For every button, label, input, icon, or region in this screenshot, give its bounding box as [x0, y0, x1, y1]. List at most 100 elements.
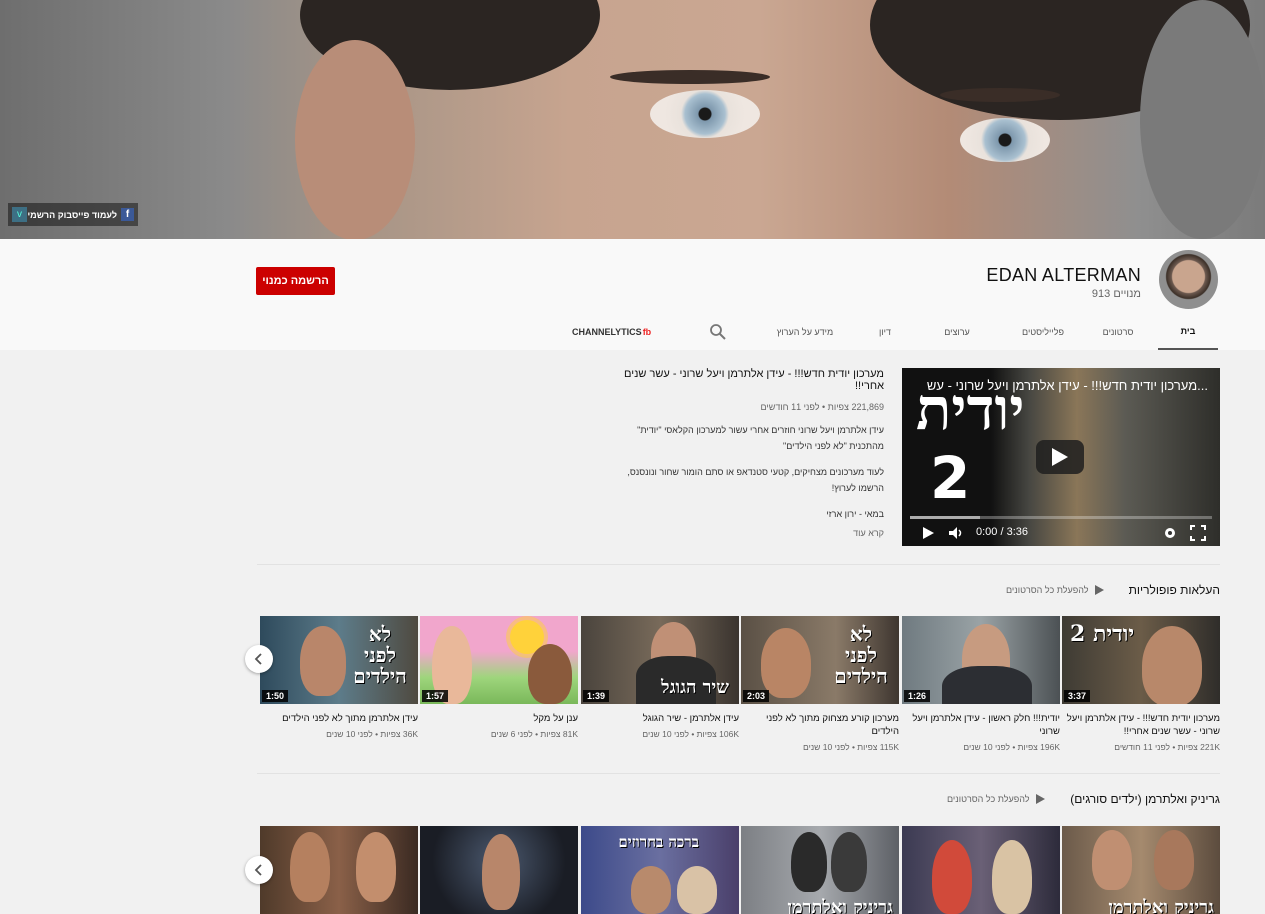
tab-playlists[interactable]: פלייליסטים [1010, 314, 1076, 350]
video-card[interactable]: 1:57 ענן על מקל 81K צפיות • לפני 6 שנים [420, 616, 578, 739]
tab-discussion[interactable]: דיון [870, 314, 900, 350]
play-all-icon [1094, 585, 1104, 595]
featured-meta: 221,869 צפיות • לפני 11 חודשים [760, 402, 884, 412]
channel-banner: v לעמוד פייסבוק הרשמי f [0, 0, 1265, 239]
video-card[interactable]: ברכה בחרוזים [581, 826, 739, 914]
time-display: 0:00 / 3:36 [976, 526, 1028, 538]
video-card[interactable]: שיר הגוגל 1:39 עידן אלתרמן - שיר הגוגל 1… [581, 616, 739, 739]
banner-bg-right [1140, 0, 1265, 239]
video-title[interactable]: עידן אלתרמן מתוך לא לפני הילדים [260, 712, 418, 725]
tab-about[interactable]: מידע על הערוץ [770, 314, 840, 350]
video-thumbnail[interactable]: 1:57 [420, 616, 578, 704]
play-all-button[interactable]: להפעלת כל הסרטונים [1006, 585, 1104, 595]
read-more-link[interactable]: קרא עוד [620, 528, 884, 538]
duration-badge: 1:50 [262, 690, 289, 702]
banner-brow-right [940, 88, 1060, 102]
tab-home[interactable]: בית [1158, 314, 1218, 350]
featured-video-player[interactable]: יודית 2 מערכון יודית חדש!!! - עידן אלתרמ… [902, 368, 1220, 546]
fullscreen-icon[interactable] [1190, 525, 1206, 541]
duration-badge: 1:26 [904, 690, 931, 702]
description-line: לעוד מערכונים מצחיקים, קטעי סטנדאפ או סת… [627, 467, 884, 493]
play-icon [1052, 448, 1068, 466]
play-all-label: להפעלת כל הסרטונים [947, 794, 1030, 804]
shelf-title[interactable]: גריניק ואלתרמן (ילדים סורגים) [1070, 792, 1220, 806]
video-thumbnail[interactable] [260, 826, 418, 914]
shelf-title[interactable]: העלאות פופולריות [1129, 583, 1220, 597]
video-thumbnail[interactable]: גריניק ואלתרמן [741, 826, 899, 914]
video-card[interactable] [902, 826, 1060, 914]
banner-eye-right [960, 118, 1050, 162]
chevron-left-icon [254, 864, 262, 876]
facebook-link[interactable]: לעמוד פייסבוק הרשמי [27, 210, 117, 220]
volume-icon[interactable] [948, 525, 964, 541]
video-thumbnail[interactable]: 1:26 [902, 616, 1060, 704]
banner-eye-left [650, 90, 760, 138]
video-thumbnail[interactable]: לא לפני הילדים 1:50 [260, 616, 418, 704]
search-icon[interactable] [709, 323, 727, 341]
video-card[interactable]: גריניק ואלתרמן [741, 826, 899, 914]
description-line: עידן אלתרמן ויעל שרוני חוזרים אחרי עשור … [637, 425, 884, 451]
duration-badge: 3:37 [1064, 690, 1091, 702]
progress-bar[interactable] [910, 516, 1212, 519]
video-thumbnail[interactable]: שיר הגוגל 1:39 [581, 616, 739, 704]
divider [257, 564, 1220, 565]
thumbnail-text: לא לפני הילדים [834, 622, 888, 688]
video-title[interactable]: עידן אלתרמן - שיר הגוגל [581, 712, 739, 725]
video-meta: 106K צפיות • לפני 10 שנים [642, 729, 739, 739]
featured-overlay-title[interactable]: מערכון יודית חדש!!! - עידן אלתרמן ויעל ש… [927, 378, 1208, 393]
play-button[interactable] [1036, 440, 1084, 474]
video-title[interactable]: מערכון קורע מצחוק מתוך לא לפני הילדים [741, 712, 899, 738]
tab-videos[interactable]: סרטונים [1093, 314, 1143, 350]
video-card[interactable] [420, 826, 578, 914]
featured-video-info: מערכון יודית חדש!!! - עידן אלתרמן ויעל ש… [620, 368, 884, 538]
video-meta: 196K צפיות • לפני 10 שנים [963, 742, 1060, 752]
video-thumbnail[interactable] [420, 826, 578, 914]
play-all-button[interactable]: להפעלת כל הסרטונים [947, 794, 1045, 804]
facebook-icon[interactable]: f [121, 208, 134, 221]
featured-thumb-number: 2 [930, 444, 971, 512]
featured-title[interactable]: מערכון יודית חדש!!! - עידן אלתרמן ויעל ש… [620, 368, 884, 392]
video-meta: 81K צפיות • לפני 6 שנים [490, 729, 578, 739]
channel-name[interactable]: EDAN ALTERMAN [986, 265, 1141, 286]
vimeo-icon[interactable]: v [12, 207, 27, 222]
tab-channels[interactable]: ערוצים [932, 314, 982, 350]
video-title[interactable]: מערכון יודית חדש!!! - עידן אלתרמן ויעל ש… [1062, 712, 1220, 738]
shelf-scroll-left-button[interactable] [245, 645, 273, 673]
video-thumbnail[interactable]: ברכה בחרוזים [581, 826, 739, 914]
video-thumbnail[interactable] [902, 826, 1060, 914]
video-card[interactable]: 1:26 יודית!!! חלק ראשון - עידן אלתרמן וי… [902, 616, 1060, 752]
play-small-icon[interactable] [920, 525, 936, 541]
channel-header: EDAN ALTERMAN 913 מנויים הרשמה כמנוי בית… [0, 239, 1265, 350]
duration-badge: 1:39 [583, 690, 610, 702]
video-card[interactable] [260, 826, 418, 914]
video-thumbnail[interactable]: לא לפני הילדים 2:03 [741, 616, 899, 704]
video-meta: 36K צפיות • לפני 10 שנים [326, 729, 418, 739]
play-all-label: להפעלת כל הסרטונים [1006, 585, 1089, 595]
shelf-scroll-left-button[interactable] [245, 856, 273, 884]
channelytics-fb-icon: fb [642, 327, 652, 337]
settings-gear-icon[interactable] [1162, 525, 1178, 541]
video-title[interactable]: ענן על מקל [420, 712, 578, 725]
thumbnail-text: יודית 2 [1070, 621, 1135, 647]
subscribe-button[interactable]: הרשמה כמנוי [256, 267, 335, 295]
play-all-icon [1035, 794, 1045, 804]
banner-links[interactable]: v לעמוד פייסבוק הרשמי f [8, 203, 138, 226]
duration-badge: 1:57 [422, 690, 449, 702]
channel-tabs: בית סרטונים פלייליסטים ערוצים דיון מידע … [0, 314, 1265, 350]
video-thumbnail[interactable]: גריניק ואלתרמן [1062, 826, 1220, 914]
video-card[interactable]: יודית 2 3:37 מערכון יודית חדש!!! - עידן … [1062, 616, 1220, 752]
channel-avatar[interactable] [1159, 250, 1218, 309]
player-controls: 0:00 / 3:36 [902, 520, 1220, 546]
divider [257, 773, 1220, 774]
channelytics-label: CHANNELYTICS [572, 327, 642, 337]
video-thumbnail[interactable]: יודית 2 3:37 [1062, 616, 1220, 704]
video-card[interactable]: לא לפני הילדים 1:50 עידן אלתרמן מתוך לא … [260, 616, 418, 739]
banner-brow-left [610, 70, 770, 84]
thumbnail-text: שיר הגוגל [661, 677, 729, 698]
video-meta: 221K צפיות • לפני 11 חודשים [1114, 742, 1220, 752]
video-title[interactable]: יודית!!! חלק ראשון - עידן אלתרמן ויעל שר… [902, 712, 1060, 738]
video-card[interactable]: גריניק ואלתרמן [1062, 826, 1220, 914]
video-meta: 115K צפיות • לפני 10 שנים [803, 742, 899, 752]
channelytics-tab[interactable]: CHANNELYTICS fb [572, 314, 651, 350]
video-card[interactable]: לא לפני הילדים 2:03 מערכון קורע מצחוק מת… [741, 616, 899, 752]
